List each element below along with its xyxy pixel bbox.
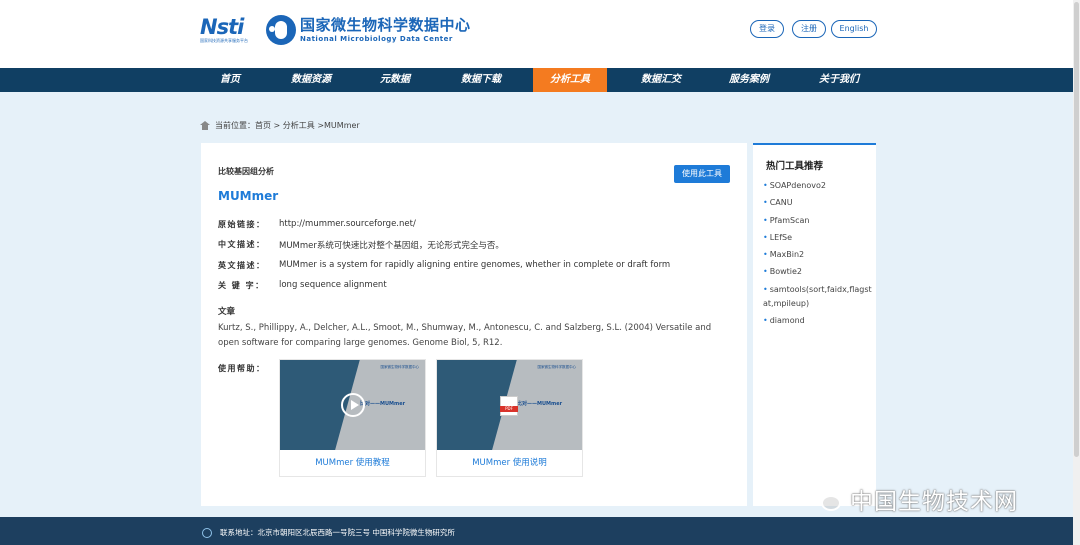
watermark: 中国生物技术网 [808, 482, 1018, 516]
field-cn-description: 中文描述： MUMmer系统可快速比对整个基因组，无论形式完全与否。 [218, 239, 504, 251]
thumbnail-brand: 国家微生物科学数据中心 [537, 365, 577, 369]
nmdc-logo[interactable]: 国家微生物科学数据中心 National Microbiology Data C… [266, 15, 471, 45]
sidebar-item-canu[interactable]: • CANU [763, 196, 873, 210]
tutorial-video-card[interactable]: 国家微生物科学数据中心 比对——MUMmer MUMmer 使用教程 [279, 359, 426, 477]
thumbnail-brand: 国家微生物科学数据中心 [380, 365, 420, 369]
play-icon[interactable] [341, 393, 365, 417]
site-title-cn: 国家微生物科学数据中心 [300, 16, 471, 34]
location-icon [202, 527, 212, 538]
sidebar-item-bowtie2[interactable]: • Bowtie2 [763, 265, 873, 279]
nav-item-service-cases[interactable]: 服务案例 [718, 68, 780, 92]
hot-tools-list: • SOAPdenovo2 • CANU • PfamScan • LEfSe • Max… [763, 179, 873, 331]
nsti-logo-mark: Nsti [200, 15, 244, 39]
pdf-label: PDF [500, 406, 518, 412]
tutorial-thumbnail[interactable]: 国家微生物科学数据中心 比对——MUMmer [280, 360, 425, 450]
article-citation: Kurtz, S., Phillippy, A., Delcher, A.L.,… [218, 323, 712, 348]
field-original-link: 原始链接： http://mummer.sourceforge.net/ [218, 219, 416, 230]
main-nav: 首页 数据资源 元数据 数据下载 分析工具 数据汇交 服务案例 关于我们 [0, 68, 1080, 92]
sidebar-item-maxbin2[interactable]: • MaxBin2 [763, 248, 873, 262]
nav-item-home[interactable]: 首页 [200, 68, 260, 92]
field-label: 原始链接： [218, 220, 266, 229]
nav-item-data-download[interactable]: 数据下载 [450, 68, 512, 92]
field-keywords: 关 键 字： long sequence alignment [218, 280, 387, 291]
sidebar-item-soapdenovo2[interactable]: • SOAPdenovo2 [763, 179, 873, 193]
breadcrumb-text[interactable]: 当前位置：首页 > 分析工具 >MUMmer [215, 120, 360, 131]
language-button[interactable]: English [831, 20, 877, 38]
thumbnail-title: 比对——MUMmer [517, 401, 563, 407]
manual-thumbnail[interactable]: 国家微生物科学数据中心 比对——MUMmer PDF [437, 360, 582, 450]
tool-detail-card: 比较基因组分析 使用此工具 MUMmer 原始链接： http://mummer… [201, 143, 747, 506]
pdf-icon: PDF [500, 396, 518, 416]
manual-caption[interactable]: MUMmer 使用说明 [437, 450, 582, 476]
use-tool-button[interactable]: 使用此工具 [674, 165, 730, 183]
field-value: MUMmer系统可快速比对整个基因组，无论形式完全与否。 [279, 241, 504, 251]
login-button[interactable]: 登录 [750, 20, 784, 38]
article-heading: 文章 [218, 307, 236, 317]
site-title-en: National Microbiology Data Center [300, 35, 453, 43]
tool-category: 比较基因组分析 [218, 167, 274, 176]
sidebar-item-lefse[interactable]: • LEfSe [763, 231, 873, 245]
tool-title: MUMmer [218, 189, 279, 203]
nav-item-analysis-tools[interactable]: 分析工具 [533, 68, 607, 92]
original-link[interactable]: http://mummer.sourceforge.net/ [279, 219, 416, 230]
register-button[interactable]: 注册 [792, 20, 826, 38]
home-icon [200, 121, 210, 130]
wechat-icon [808, 486, 842, 512]
nsti-logo[interactable]: Nsti 国家科技资源共享服务平台 [200, 16, 256, 46]
hot-tools-sidebar: 热门工具推荐 • SOAPdenovo2 • CANU • PfamScan • LEf… [753, 143, 876, 506]
field-label: 英文描述： [218, 261, 266, 270]
field-en-description: 英文描述： MUMmer is a system for rapidly ali… [218, 260, 670, 271]
breadcrumb: 当前位置：首页 > 分析工具 >MUMmer [200, 120, 360, 131]
nav-item-metadata[interactable]: 元数据 [364, 68, 426, 92]
sidebar-title: 热门工具推荐 [766, 161, 824, 172]
thumbnail-title: 比对——MUMmer [360, 401, 406, 407]
watermark-text: 中国生物技术网 [850, 489, 1018, 515]
nav-item-data-submission[interactable]: 数据汇交 [630, 68, 692, 92]
nsti-logo-subtitle: 国家科技资源共享服务平台 [200, 38, 248, 43]
field-value: MUMmer is a system for rapidly aligning … [279, 260, 671, 270]
field-label: 关 键 字： [218, 281, 265, 290]
sidebar-item-pfamscan[interactable]: • PfamScan [763, 214, 873, 228]
field-value: long sequence alignment [279, 280, 387, 290]
nav-item-about-us[interactable]: 关于我们 [808, 68, 870, 92]
sidebar-item-samtools[interactable]: • samtools(sort,faidx,flagstat,mpileup) [763, 283, 873, 311]
site-header: Nsti 国家科技资源共享服务平台 国家微生物科学数据中心 National M… [0, 0, 1080, 68]
scrollbar-thumb[interactable] [1074, 2, 1079, 457]
footer-address: 联系地址：北京市朝阳区北辰西路一号院三号 中国科学院微生物研究所 [220, 528, 455, 537]
site-footer: 联系地址：北京市朝阳区北辰西路一号院三号 中国科学院微生物研究所 [0, 517, 1080, 545]
field-label: 中文描述： [218, 240, 266, 249]
manual-pdf-card[interactable]: 国家微生物科学数据中心 比对——MUMmer PDF MUMmer 使用说明 [436, 359, 583, 477]
help-label: 使用帮助： [218, 364, 266, 373]
sidebar-item-diamond[interactable]: • diamond [763, 314, 873, 328]
page-scrollbar[interactable] [1073, 0, 1080, 545]
nav-item-data-resources[interactable]: 数据资源 [280, 68, 342, 92]
tutorial-caption[interactable]: MUMmer 使用教程 [280, 450, 425, 476]
nmdc-logo-icon [266, 15, 296, 45]
